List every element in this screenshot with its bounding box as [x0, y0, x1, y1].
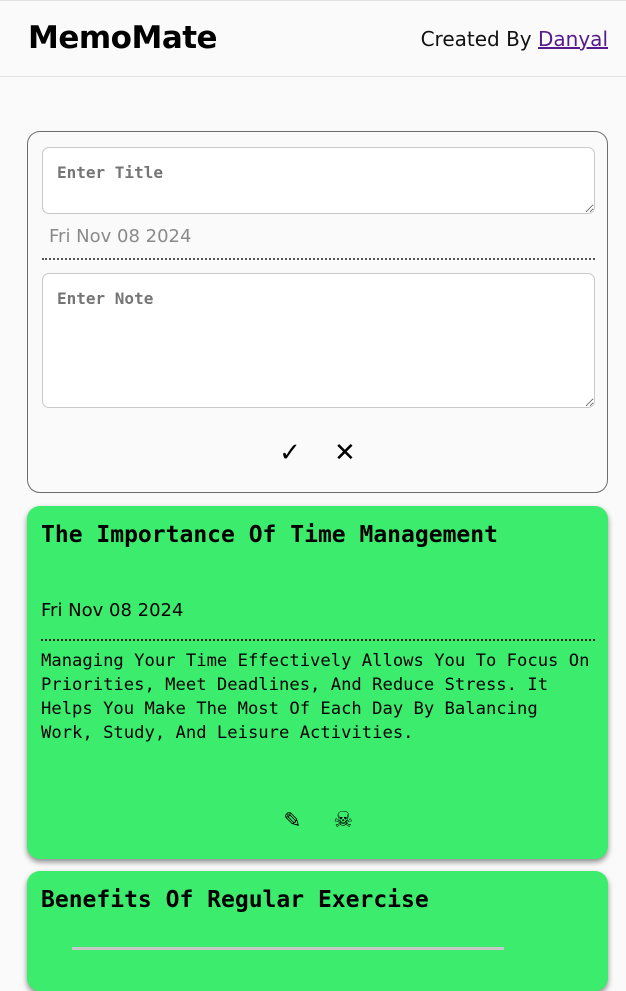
note-body: Managing Your Time Effectively Allows Yo… [41, 649, 597, 745]
title-input[interactable] [42, 147, 595, 214]
author-link[interactable]: Danyal [538, 27, 608, 51]
note-actions: ✏ ☠ [27, 806, 608, 836]
app-header: MemoMate Created By Danyal [0, 0, 626, 77]
form-date: Fri Nov 08 2024 [49, 226, 191, 247]
confirm-icon[interactable]: ✓ [279, 438, 301, 468]
form-divider [42, 258, 595, 260]
form-actions: ✓ ✕ [28, 438, 607, 468]
new-note-form: Fri Nov 08 2024 ✓ ✕ [27, 131, 608, 493]
cancel-icon[interactable]: ✕ [334, 438, 356, 468]
edit-pencil-icon[interactable]: ✏ [274, 804, 308, 838]
credit-prefix: Created By [421, 27, 532, 51]
note-card: Benefits Of Regular Exercise [27, 871, 608, 991]
note-divider [41, 639, 595, 641]
credit-text: Created By Danyal [421, 27, 608, 51]
note-title: The Importance Of Time Management [41, 522, 498, 548]
note-title: Benefits Of Regular Exercise [41, 887, 429, 913]
app-title: MemoMate [28, 20, 217, 56]
note-card: The Importance Of Time Management Fri No… [27, 506, 608, 859]
delete-skull-icon[interactable]: ☠ [333, 806, 353, 836]
note-input[interactable] [42, 273, 595, 408]
note-date: Fri Nov 08 2024 [41, 600, 183, 621]
